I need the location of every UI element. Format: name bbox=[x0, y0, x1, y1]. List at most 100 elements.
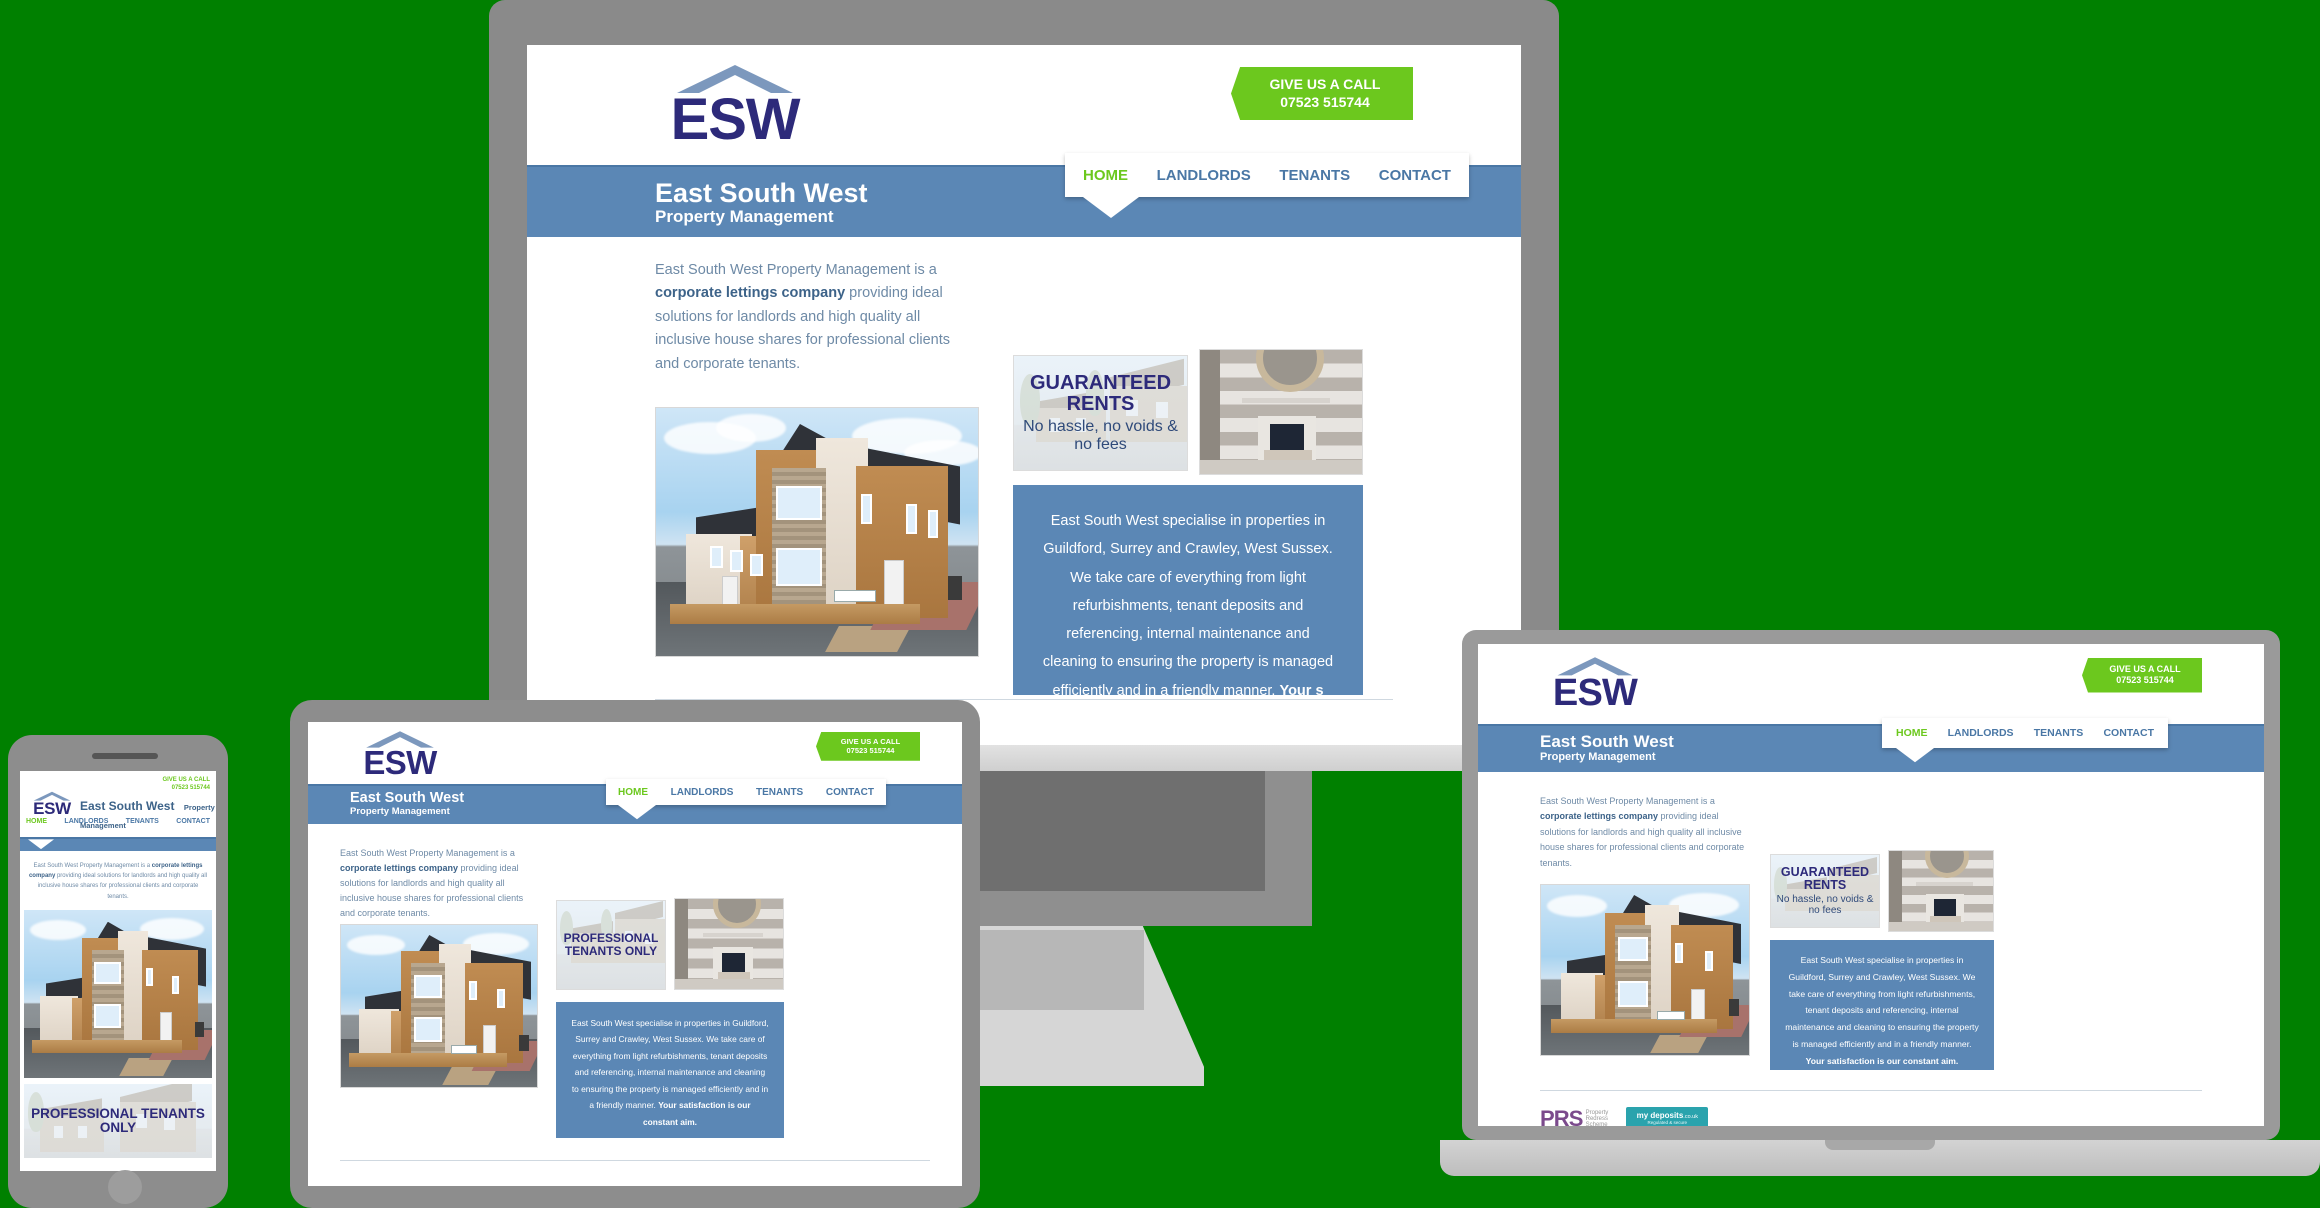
prs-strapline: Property Redress Scheme bbox=[1586, 1110, 1609, 1126]
fireplace-photo-laptop bbox=[1888, 850, 1994, 932]
main-nav-desktop[interactable]: HOME LANDLORDS TENANTS CONTACT bbox=[1065, 153, 1469, 218]
blue-panel-bold: Your satisfaction is our constant aim. bbox=[643, 1100, 751, 1127]
nav-item-landlords[interactable]: LANDLORDS bbox=[671, 787, 734, 798]
esw-logo-laptop[interactable]: ESW bbox=[1540, 656, 1650, 712]
lead-paragraph-tablet: East South West Property Management is a… bbox=[340, 846, 536, 922]
nav-item-contact[interactable]: CONTACT bbox=[1379, 167, 1451, 184]
lead-paragraph-mobile: East South West Property Management is a… bbox=[20, 851, 216, 910]
blue-info-panel-tablet: East South West specialise in properties… bbox=[556, 1002, 784, 1138]
esw-wordmark: ESW bbox=[363, 744, 437, 781]
mydeposits-line2: Regulated & secure bbox=[1647, 1119, 1688, 1125]
phone-screen: GIVE US A CALL 07523 515744 ESW East Sou… bbox=[20, 771, 216, 1171]
phone-frame: GIVE US A CALL 07523 515744 ESW East Sou… bbox=[8, 735, 228, 1208]
phone-speaker bbox=[92, 753, 158, 759]
nav-item-tenants[interactable]: TENANTS bbox=[1279, 167, 1350, 184]
smartphone-device: GIVE US A CALL 07523 515744 ESW East Sou… bbox=[0, 735, 228, 1208]
call-label: GIVE US A CALL bbox=[1269, 76, 1381, 92]
site-header-tablet: ESW GIVE US A CALL 07523 515744 bbox=[308, 722, 962, 784]
laptop-lid: ESW GIVE US A CALL 07523 515744 East Sou… bbox=[1462, 630, 2280, 1140]
house-exterior-photo-tablet bbox=[340, 924, 538, 1088]
site-header-laptop: ESW GIVE US A CALL 07523 515744 bbox=[1478, 644, 2264, 724]
laptop-device: ESW GIVE US A CALL 07523 515744 East Sou… bbox=[1440, 630, 2320, 1208]
lead-part1: East South West Property Management is a bbox=[33, 863, 152, 869]
lead-bold: corporate lettings company bbox=[1540, 811, 1659, 822]
blue-panel-text: East South West specialise in properties… bbox=[1785, 955, 1979, 1049]
house-exterior-photo bbox=[655, 407, 979, 657]
site-header-mobile: GIVE US A CALL 07523 515744 ESW East Sou… bbox=[20, 771, 216, 837]
fireplace-photo bbox=[1199, 349, 1363, 475]
nav-item-home[interactable]: HOME bbox=[618, 787, 648, 798]
esw-wordmark: ESW bbox=[670, 87, 801, 152]
blue-info-panel-desktop: East South West specialise in properties… bbox=[1013, 485, 1363, 699]
website-desktop: ESW GIVE US A CALL 07523 515744 East Sou… bbox=[527, 45, 1521, 745]
site-title: East South West bbox=[80, 799, 175, 813]
website-laptop: ESW GIVE US A CALL 07523 515744 East Sou… bbox=[1478, 644, 2264, 1126]
lead-bold: corporate lettings company bbox=[655, 285, 846, 302]
call-number: 07523 515744 bbox=[1280, 93, 1370, 110]
lead-part1: East South West Property Management is a bbox=[655, 262, 937, 278]
nav-item-contact[interactable]: CONTACT bbox=[826, 787, 874, 798]
prs-word: PRS bbox=[1540, 1106, 1583, 1126]
house-exterior-photo-laptop bbox=[1540, 884, 1750, 1056]
promo-headline: GUARANTEED RENTS bbox=[1780, 864, 1870, 892]
mobile-title-group: East South West Property Management bbox=[80, 797, 216, 833]
promo-subline: No hassle, no voids & no fees bbox=[1023, 417, 1178, 453]
title-band-tablet: East South West Property Management HOME… bbox=[308, 779, 962, 824]
promo-banner-mobile[interactable]: PROFESSIONAL TENANTS ONLY bbox=[24, 1083, 212, 1158]
nav-item-tenants[interactable]: TENANTS bbox=[126, 818, 159, 825]
esw-logo-mobile[interactable]: ESW bbox=[26, 791, 78, 817]
nav-item-home[interactable]: HOME bbox=[26, 818, 47, 825]
fireplace-photo-tablet bbox=[674, 898, 784, 990]
website-tablet: ESW GIVE US A CALL 07523 515744 East Sou… bbox=[308, 722, 962, 1186]
site-subtitle: Property Management bbox=[350, 806, 450, 818]
give-us-a-call-button-laptop[interactable]: GIVE US A CALL 07523 515744 bbox=[2082, 658, 2202, 693]
nav-item-tenants[interactable]: TENANTS bbox=[2034, 727, 2084, 739]
esw-wordmark: ESW bbox=[33, 799, 71, 818]
site-header-desktop: ESW GIVE US A CALL 07523 515744 bbox=[527, 45, 1521, 165]
nav-item-tenants[interactable]: TENANTS bbox=[756, 787, 803, 798]
active-nav-pointer-icon bbox=[28, 839, 54, 850]
lead-part1: East South West Property Management is a bbox=[1540, 796, 1715, 806]
call-number: 07523 515744 bbox=[846, 746, 895, 756]
prs-line3: Scheme bbox=[1585, 1122, 1608, 1126]
blue-panel-text: East South West specialise in properties… bbox=[571, 1018, 769, 1111]
promo-banner-tablet[interactable]: PROFESSIONAL TENANTS ONLY bbox=[556, 900, 666, 990]
promo-banner-laptop[interactable]: GUARANTEED RENTS No hassle, no voids & n… bbox=[1770, 854, 1880, 928]
blue-panel-text: East South West specialise in properties… bbox=[1042, 513, 1334, 699]
laptop-trackpad-notch bbox=[1825, 1140, 1935, 1150]
mobile-call-text[interactable]: GIVE US A CALL 07523 515744 bbox=[162, 776, 210, 793]
promo-banner-desktop[interactable]: GUARANTEED RENTS No hassle, no voids & n… bbox=[1013, 355, 1188, 471]
house-exterior-photo-mobile bbox=[24, 909, 212, 1078]
promo-subline: No hassle, no voids & no fees bbox=[1776, 894, 1874, 917]
nav-item-home[interactable]: HOME bbox=[1896, 727, 1928, 739]
give-us-a-call-button-tablet[interactable]: GIVE US A CALL 07523 515744 bbox=[816, 732, 920, 761]
call-label: GIVE US A CALL bbox=[840, 737, 901, 746]
mydeposits-word: my deposits bbox=[1636, 1111, 1684, 1121]
footer-divider-laptop bbox=[1540, 1090, 2202, 1091]
nav-item-contact[interactable]: CONTACT bbox=[176, 818, 210, 825]
tablet-screen: ESW GIVE US A CALL 07523 515744 East Sou… bbox=[308, 722, 962, 1186]
esw-logo[interactable]: ESW bbox=[655, 63, 815, 149]
main-nav-tablet[interactable]: HOME LANDLORDS TENANTS CONTACT bbox=[606, 779, 886, 820]
nav-item-home[interactable]: HOME bbox=[1083, 167, 1128, 184]
promo-headline: PROFESSIONAL TENANTS ONLY bbox=[563, 931, 659, 958]
desktop-screen: ESW GIVE US A CALL 07523 515744 East Sou… bbox=[527, 45, 1521, 745]
nav-item-contact[interactable]: CONTACT bbox=[2103, 727, 2154, 739]
nav-item-landlords[interactable]: LANDLORDS bbox=[64, 818, 108, 825]
lead-paragraph-laptop: East South West Property Management is a… bbox=[1540, 794, 1754, 871]
blue-panel-bold: Your satisfaction is our constant aim. bbox=[1805, 1055, 1959, 1066]
esw-logo-tablet[interactable]: ESW bbox=[350, 730, 450, 779]
give-us-a-call-button[interactable]: GIVE US A CALL 07523 515744 bbox=[1231, 67, 1413, 120]
title-band-mobile bbox=[20, 837, 216, 851]
phone-home-button[interactable] bbox=[108, 1170, 142, 1204]
call-label: GIVE US A CALL bbox=[162, 777, 210, 783]
tablet-frame: ESW GIVE US A CALL 07523 515744 East Sou… bbox=[290, 700, 980, 1208]
prs-logo: PRS Property Redress Scheme bbox=[1540, 1106, 1608, 1126]
title-band-desktop: East South West Property Management HOME… bbox=[527, 153, 1521, 237]
nav-item-landlords[interactable]: LANDLORDS bbox=[1157, 167, 1251, 184]
tablet-device: ESW GIVE US A CALL 07523 515744 East Sou… bbox=[290, 700, 980, 1208]
main-nav-mobile[interactable]: HOME LANDLORDS TENANTS CONTACT bbox=[26, 818, 210, 825]
main-nav-laptop[interactable]: HOME LANDLORDS TENANTS CONTACT bbox=[1882, 718, 2168, 763]
lead-part1: East South West Property Management is a bbox=[340, 848, 515, 858]
nav-item-landlords[interactable]: LANDLORDS bbox=[1948, 727, 2014, 739]
